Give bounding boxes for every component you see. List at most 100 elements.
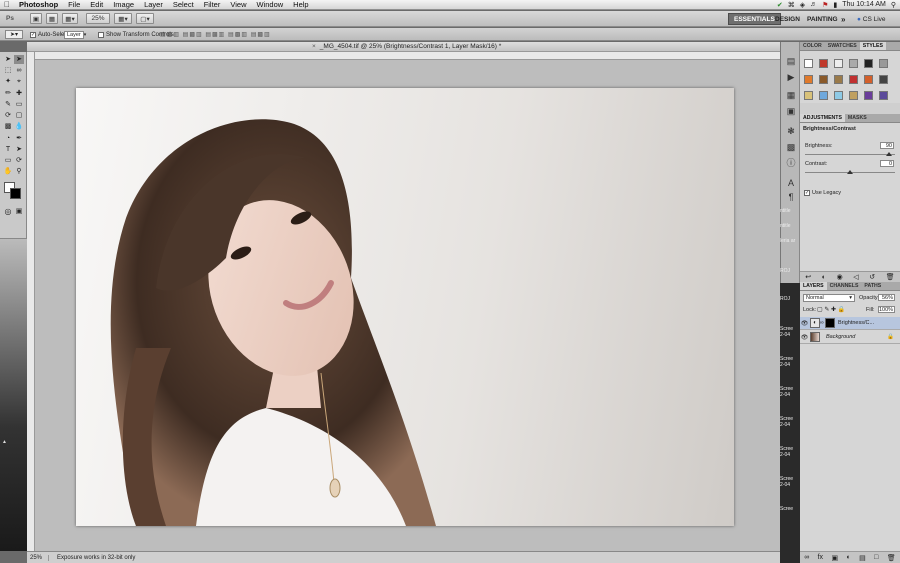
style-swatch[interactable] bbox=[864, 59, 873, 68]
marquee-tool-icon[interactable]: ⬚ bbox=[3, 66, 13, 75]
quick-select-tool-icon[interactable]: ✦ bbox=[3, 77, 13, 86]
contrast-slider-handle[interactable] bbox=[847, 170, 853, 174]
style-swatch[interactable] bbox=[879, 59, 888, 68]
bluetooth-icon[interactable]: ⌘ bbox=[788, 1, 795, 9]
lasso-tool-icon[interactable]: ∞ bbox=[14, 66, 24, 75]
ruler-vertical[interactable] bbox=[27, 52, 35, 551]
apple-menu-icon[interactable]:  bbox=[0, 0, 14, 9]
view-extras-icon[interactable]: ▦▾ bbox=[62, 13, 78, 24]
arrange-documents-icon[interactable]: ▦▾ bbox=[114, 13, 132, 24]
tab-adjustments[interactable]: ADJUSTMENTS bbox=[800, 114, 845, 122]
return-icon[interactable]: ↩ bbox=[805, 273, 811, 281]
blur-tool-icon[interactable]: 💧 bbox=[14, 122, 24, 131]
workspace-more-button[interactable]: » bbox=[836, 13, 850, 25]
menu-help[interactable]: Help bbox=[288, 0, 313, 9]
navigator-panel-icon[interactable]: ❃ bbox=[785, 126, 797, 136]
layer-name[interactable]: Background bbox=[826, 334, 855, 340]
delete-layer-icon[interactable]: 🗑 bbox=[887, 554, 896, 562]
use-legacy-checkbox[interactable]: ✓ Use Legacy bbox=[804, 190, 841, 196]
info-panel-icon[interactable]: ⓘ bbox=[785, 158, 797, 168]
style-swatch[interactable] bbox=[804, 59, 813, 68]
hand-tool-icon[interactable]: ✋ bbox=[3, 167, 13, 176]
layer-name[interactable]: Brightness/C... bbox=[838, 320, 874, 326]
document-tab[interactable]: × _MG_4504.tif @ 25% (Brightness/Contras… bbox=[27, 42, 780, 52]
desktop-dock-icon[interactable]: ▲ bbox=[2, 439, 7, 445]
volume-icon[interactable]: ♬ bbox=[810, 1, 817, 8]
background-color-swatch[interactable] bbox=[10, 188, 21, 199]
style-swatch[interactable] bbox=[834, 75, 843, 84]
status-check-icon[interactable]: ✔ bbox=[777, 1, 783, 9]
history-brush-tool-icon[interactable]: ⟳ bbox=[3, 111, 13, 120]
menu-image[interactable]: Image bbox=[108, 0, 139, 9]
style-swatch[interactable] bbox=[864, 75, 873, 84]
reset-icon[interactable]: ↺ bbox=[869, 273, 875, 281]
menu-layer[interactable]: Layer bbox=[139, 0, 168, 9]
status-zoom[interactable]: 25% bbox=[27, 554, 49, 561]
magnifier-icon[interactable]: ⚲ bbox=[891, 1, 896, 9]
layer-mask-thumbnail[interactable] bbox=[825, 318, 835, 328]
brightness-input[interactable]: 90 bbox=[880, 142, 894, 149]
style-swatch[interactable] bbox=[849, 59, 858, 68]
type-tool-icon[interactable]: T bbox=[3, 145, 13, 154]
style-swatch[interactable] bbox=[849, 75, 858, 84]
actions-panel-icon[interactable]: ▶ bbox=[785, 72, 797, 82]
menu-select[interactable]: Select bbox=[168, 0, 199, 9]
minibridge-icon[interactable]: ▦ bbox=[46, 13, 58, 24]
menu-edit[interactable]: Edit bbox=[85, 0, 108, 9]
dodge-tool-icon[interactable]: ◔ bbox=[3, 134, 13, 143]
tab-masks[interactable]: MASKS bbox=[845, 114, 870, 122]
menu-file[interactable]: File bbox=[63, 0, 85, 9]
battery-icon[interactable]: ▮ bbox=[833, 1, 837, 9]
menu-view[interactable]: View bbox=[225, 0, 251, 9]
healing-brush-tool-icon[interactable]: ✚ bbox=[14, 89, 24, 98]
opacity-input[interactable]: 56% bbox=[878, 294, 895, 301]
tab-paths[interactable]: PATHS bbox=[861, 282, 884, 290]
3d-rotate-tool-icon[interactable]: ⟳ bbox=[14, 156, 24, 165]
tab-color[interactable]: COLOR bbox=[800, 42, 825, 50]
eye-icon[interactable]: 👁 bbox=[800, 320, 809, 327]
style-swatch[interactable] bbox=[879, 75, 888, 84]
cs-live-button[interactable]: ● CS Live bbox=[852, 13, 891, 25]
new-adjustment-icon[interactable]: ◐ bbox=[847, 554, 851, 561]
bridge-icon[interactable]: ▣ bbox=[30, 13, 42, 24]
brightness-slider-track[interactable] bbox=[805, 154, 895, 155]
shape-tool-icon[interactable]: ▭ bbox=[3, 156, 13, 165]
add-mask-icon[interactable]: ▣ bbox=[831, 554, 838, 562]
brushes-panel-icon[interactable]: ▦ bbox=[785, 90, 797, 100]
tab-swatches[interactable]: SWATCHES bbox=[825, 42, 860, 50]
style-swatch[interactable] bbox=[834, 91, 843, 100]
menu-photoshop[interactable]: Photoshop bbox=[14, 0, 63, 9]
brightness-slider-handle[interactable] bbox=[886, 152, 892, 156]
fill-input[interactable]: 100% bbox=[878, 306, 895, 313]
tab-layers[interactable]: LAYERS bbox=[800, 282, 827, 290]
chain-icon[interactable]: ∞ bbox=[820, 320, 824, 326]
layer-row[interactable]: 👁 ◐ ∞ Brightness/C... bbox=[800, 317, 900, 330]
eraser-tool-icon[interactable]: ▢ bbox=[14, 111, 24, 120]
lock-icons[interactable]: ▢ ✎ ✚ 🔒 bbox=[817, 306, 845, 313]
style-swatch[interactable] bbox=[819, 75, 828, 84]
tool-preset-picker[interactable]: ➤▾ bbox=[5, 30, 23, 39]
auto-select-target[interactable]: Layer ▾ bbox=[64, 30, 86, 39]
new-layer-icon[interactable]: □ bbox=[874, 554, 878, 561]
style-swatch[interactable] bbox=[864, 91, 873, 100]
style-swatch[interactable] bbox=[849, 91, 858, 100]
eyedropper-tool-icon[interactable]: ✏ bbox=[3, 89, 13, 98]
brush-tool-icon[interactable]: ✎ bbox=[3, 100, 13, 109]
zoom-tool-icon[interactable]: ⚲ bbox=[14, 167, 24, 176]
history-panel-icon[interactable]: ▤ bbox=[785, 56, 797, 66]
desktop-label-1[interactable]: ntitle bbox=[780, 223, 800, 229]
zoom-level-select[interactable]: 25% bbox=[86, 13, 110, 24]
histogram-panel-icon[interactable]: ▩ bbox=[785, 142, 797, 152]
artboard-tool-icon[interactable]: ➤ bbox=[14, 55, 24, 64]
screen-mode-icon[interactable]: ▢▾ bbox=[136, 13, 154, 24]
move-tool-icon[interactable]: ➤ bbox=[3, 55, 13, 64]
gradient-tool-icon[interactable]: ▩ bbox=[3, 122, 13, 131]
align-buttons[interactable]: ▤▩▥ ▤▩▥ ▤▩▥ ▤▩▥ ▤▩▥ bbox=[160, 30, 271, 39]
quick-mask-icon[interactable]: ◎ bbox=[3, 207, 13, 216]
tab-styles[interactable]: STYLES bbox=[859, 42, 886, 50]
close-tab-icon[interactable]: × bbox=[312, 43, 316, 50]
new-group-icon[interactable]: ▤ bbox=[859, 554, 866, 562]
wifi-icon[interactable]: ◈ bbox=[800, 1, 805, 9]
paragraph-panel-icon[interactable]: ¶ bbox=[785, 192, 797, 202]
workspace-design[interactable]: DESIGN bbox=[770, 13, 805, 25]
